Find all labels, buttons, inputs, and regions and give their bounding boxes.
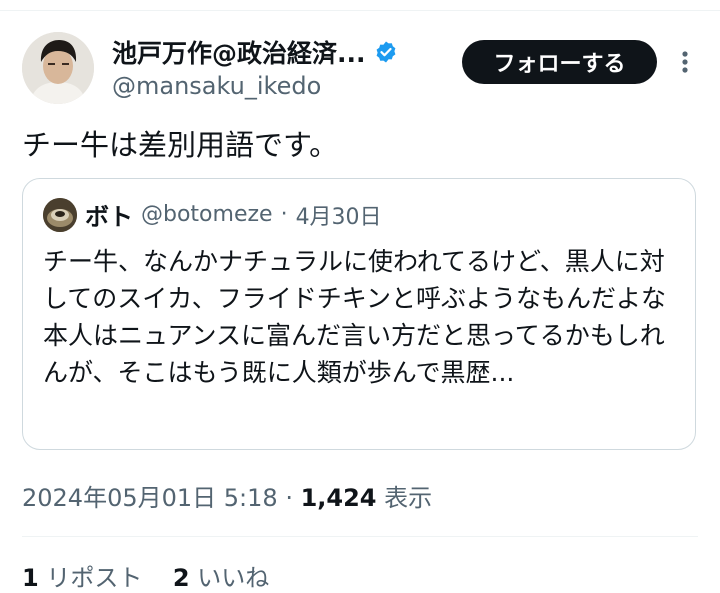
- quoted-author-avatar: [43, 197, 77, 232]
- views-label: 表示: [384, 484, 433, 512]
- likes-label[interactable]: いいね: [197, 564, 269, 592]
- views-count: 1,424: [300, 484, 377, 512]
- author-avatar[interactable]: [22, 32, 94, 104]
- quoted-author-name: ボト: [85, 203, 133, 231]
- tweet-text: チー牛は差別用語です。: [22, 128, 339, 162]
- quoted-separator-dot: ·: [280, 202, 288, 227]
- tweet-meta-row: 2024年05月01日 5:18 · 1,424 表示: [22, 478, 432, 513]
- reposts-label[interactable]: リポスト: [46, 564, 142, 592]
- author-handle[interactable]: @mansaku_ikedo: [112, 72, 321, 100]
- more-vertical-icon[interactable]: [674, 48, 696, 76]
- quoted-tweet-card[interactable]: ボト @botomeze · 4月30日 チー牛、なんかナチュラルに使われてるけ…: [22, 178, 696, 450]
- tweet-timestamp[interactable]: 2024年05月01日 5:18: [22, 484, 278, 512]
- author-name-row: 池戸万作@政治経済...: [112, 34, 398, 70]
- follow-button[interactable]: フォローする: [462, 40, 657, 84]
- meta-separator-dot: ·: [285, 484, 301, 512]
- quoted-tweet-text: チー牛、なんかナチュラルに使われてるけど、黒人に対してのスイカ、フライドチキンと…: [43, 247, 667, 387]
- reposts-count[interactable]: 1: [22, 564, 39, 592]
- likes-count[interactable]: 2: [173, 564, 190, 592]
- engagement-stats-row: 1 リポスト 2 いいね: [22, 558, 269, 593]
- quoted-author-handle: @botomeze: [141, 202, 273, 227]
- verified-badge-icon: [376, 41, 395, 63]
- author-display-name[interactable]: 池戸万作@政治経済...: [112, 34, 366, 70]
- quoted-tweet-header: ボト @botomeze · 4月30日: [43, 197, 382, 232]
- top-divider: [0, 10, 720, 11]
- stats-divider: [22, 536, 698, 537]
- quoted-date: 4月30日: [295, 204, 382, 230]
